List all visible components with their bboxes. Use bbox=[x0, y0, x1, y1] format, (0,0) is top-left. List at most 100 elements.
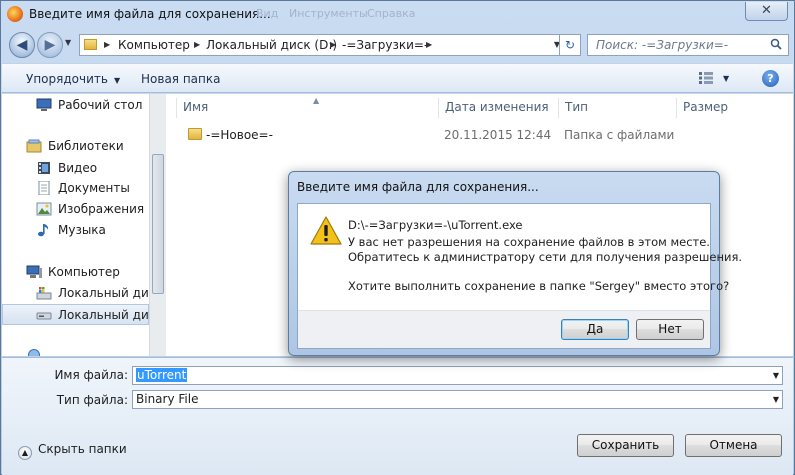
firefox-icon bbox=[7, 6, 23, 22]
permission-dialog: Введите имя файла для сохранения... D:\-… bbox=[288, 171, 742, 356]
column-header-label: Дата изменения bbox=[445, 100, 549, 114]
scrollbar-thumb[interactable] bbox=[152, 154, 164, 294]
recent-pages-chevron-down-icon[interactable]: ▼ bbox=[65, 38, 71, 47]
sidebar-item-label: Видео bbox=[58, 161, 98, 175]
navigation-bar: ◀ ▶ ▼ ▶ Компьютер ▶ Локальный диск (D:) … bbox=[1, 29, 794, 63]
column-header-modified[interactable]: Дата изменения bbox=[438, 98, 558, 118]
search-placeholder: Поиск: -=Загрузки=- bbox=[596, 38, 729, 52]
navigation-pane-scrollbar[interactable] bbox=[149, 94, 166, 356]
music-icon bbox=[38, 224, 49, 237]
sidebar-item-music[interactable]: Музыка bbox=[2, 220, 149, 241]
pictures-icon bbox=[36, 202, 52, 216]
navigation-pane: Рабочий стол Библиотеки Видео Документы … bbox=[2, 94, 149, 356]
view-options-icon[interactable] bbox=[699, 72, 713, 84]
file-name: -=Новое=- bbox=[206, 128, 273, 142]
sidebar-item-label: Музыка bbox=[58, 223, 106, 237]
breadcrumb-drive-d[interactable]: Локальный диск (D:) bbox=[206, 38, 337, 52]
dialog-message-line2: Обратитесь к администратору сети для пол… bbox=[348, 250, 743, 264]
refresh-icon: ↻ bbox=[564, 38, 576, 52]
organize-button[interactable]: Упорядочить ▼ bbox=[26, 72, 120, 86]
table-row[interactable]: -=Новое=- 20.11.2015 12:44 Папка с файла… bbox=[168, 124, 793, 146]
ghost-menu-tools: Инструменты bbox=[289, 7, 368, 20]
file-type: Папка с файлами bbox=[564, 128, 675, 142]
desktop-icon bbox=[36, 98, 52, 111]
search-icon[interactable] bbox=[770, 38, 782, 50]
sidebar-item-local-disk-d[interactable]: Локальный диск bbox=[2, 304, 149, 325]
sort-ascending-icon: ▲ bbox=[313, 96, 320, 105]
sidebar-item-documents[interactable]: Документы bbox=[2, 178, 149, 199]
chevron-right-icon[interactable]: ▶ bbox=[104, 40, 110, 49]
sidebar-item-label: Локальный диск bbox=[58, 308, 149, 322]
sidebar-item-local-disk-c[interactable]: Локальный диск bbox=[2, 283, 149, 304]
help-icon[interactable]: ? bbox=[762, 70, 779, 87]
column-header-size[interactable]: Размер bbox=[676, 98, 766, 118]
filetype-label: Тип файла: bbox=[56, 393, 128, 407]
breadcrumb-computer[interactable]: Компьютер bbox=[118, 38, 190, 52]
breadcrumb-downloads[interactable]: -=Загрузки=- bbox=[342, 38, 428, 52]
dialog-title: Введите имя файла для сохранения... bbox=[297, 180, 539, 194]
sidebar-item-libraries[interactable]: Библиотеки bbox=[2, 136, 149, 157]
folder-icon bbox=[188, 128, 202, 140]
sidebar-item-label: Библиотеки bbox=[48, 139, 124, 153]
computer-icon bbox=[26, 265, 42, 278]
column-header-label: Размер bbox=[683, 100, 729, 114]
filetype-value: Binary File bbox=[136, 392, 199, 406]
dialog-button-bar: Да Нет bbox=[298, 310, 710, 348]
filename-label: Имя файла: bbox=[54, 368, 128, 382]
sidebar-item-label: Изображения bbox=[58, 202, 145, 216]
chevron-right-icon[interactable]: ▶ bbox=[194, 40, 200, 49]
arrow-right-icon: ▶ bbox=[44, 37, 56, 53]
chevron-down-icon[interactable]: ▼ bbox=[773, 395, 779, 404]
window-title: Введите имя файла для сохранения... bbox=[29, 7, 271, 21]
column-header-label: Имя bbox=[183, 100, 209, 114]
dialog-question: Хотите выполнить сохранение в папке "Ser… bbox=[348, 279, 730, 293]
filetype-select[interactable]: Binary File ▼ bbox=[132, 390, 783, 409]
column-header-type[interactable]: Тип bbox=[558, 98, 676, 118]
close-icon: ✕ bbox=[761, 3, 772, 18]
network-icon bbox=[28, 349, 40, 356]
yes-button[interactable]: Да bbox=[561, 319, 629, 340]
chevron-right-icon[interactable]: ▶ bbox=[330, 40, 336, 49]
address-bar[interactable]: ▶ Компьютер ▶ Локальный диск (D:) ▶ -=За… bbox=[79, 34, 581, 56]
file-modified: 20.11.2015 12:44 bbox=[444, 128, 552, 142]
back-button[interactable]: ◀ bbox=[9, 32, 35, 58]
cancel-button[interactable]: Отмена bbox=[685, 434, 782, 457]
sidebar-item-computer[interactable]: Компьютер bbox=[2, 262, 149, 283]
sidebar-item-video[interactable]: Видео bbox=[2, 158, 149, 179]
new-folder-button[interactable]: Новая папка bbox=[141, 72, 220, 86]
sidebar-item-label: Документы bbox=[58, 181, 130, 195]
chevron-up-icon: ▲ bbox=[18, 446, 32, 460]
hide-folders-label: Скрыть папки bbox=[38, 442, 127, 456]
dialog-body: D:\-=Загрузки=-\uTorrent.exe У вас нет р… bbox=[297, 203, 742, 349]
sidebar-item-pictures[interactable]: Изображения bbox=[2, 199, 149, 220]
filename-input[interactable]: uTorrent ▼ bbox=[132, 366, 783, 385]
folder-icon bbox=[84, 39, 97, 50]
drive-d-icon bbox=[36, 312, 52, 320]
save-button[interactable]: Сохранить bbox=[577, 434, 674, 457]
video-icon bbox=[38, 162, 50, 174]
sidebar-item-label: Рабочий стол bbox=[58, 98, 143, 112]
chevron-right-icon[interactable]: ▶ bbox=[426, 40, 432, 49]
organize-label: Упорядочить bbox=[26, 72, 108, 86]
dialog-message-line1: У вас нет разрешения на сохранение файло… bbox=[348, 235, 710, 249]
sidebar-item-label: Компьютер bbox=[48, 265, 120, 279]
refresh-button[interactable]: ↻ bbox=[559, 34, 581, 56]
ghost-menu-help: Справка bbox=[367, 7, 416, 20]
chevron-down-icon[interactable]: ▼ bbox=[773, 371, 779, 380]
ghost-menu-view: Вид bbox=[256, 7, 279, 20]
title-bar: Введите имя файла для сохранения... Вид … bbox=[1, 1, 794, 29]
forward-button[interactable]: ▶ bbox=[37, 32, 63, 58]
sidebar-item-desktop[interactable]: Рабочий стол bbox=[2, 95, 149, 116]
view-menu-chevron-down-icon[interactable]: ▼ bbox=[723, 74, 729, 83]
hide-folders-toggle[interactable]: ▲ Скрыть папки bbox=[18, 442, 127, 460]
column-header-name[interactable]: ▲ Имя bbox=[176, 96, 438, 118]
libraries-icon bbox=[26, 139, 42, 153]
save-options-panel: Имя файла: uTorrent ▼ Тип файла: Binary … bbox=[2, 357, 793, 475]
no-button[interactable]: Нет bbox=[636, 319, 704, 340]
warning-icon bbox=[310, 216, 342, 245]
close-button[interactable]: ✕ bbox=[745, 2, 788, 21]
save-dialog-window: Введите имя файла для сохранения... Вид … bbox=[0, 0, 795, 475]
search-box[interactable]: Поиск: -=Загрузки=- bbox=[587, 34, 789, 56]
column-header-label: Тип bbox=[565, 100, 588, 114]
sidebar-item-network[interactable] bbox=[2, 345, 149, 356]
